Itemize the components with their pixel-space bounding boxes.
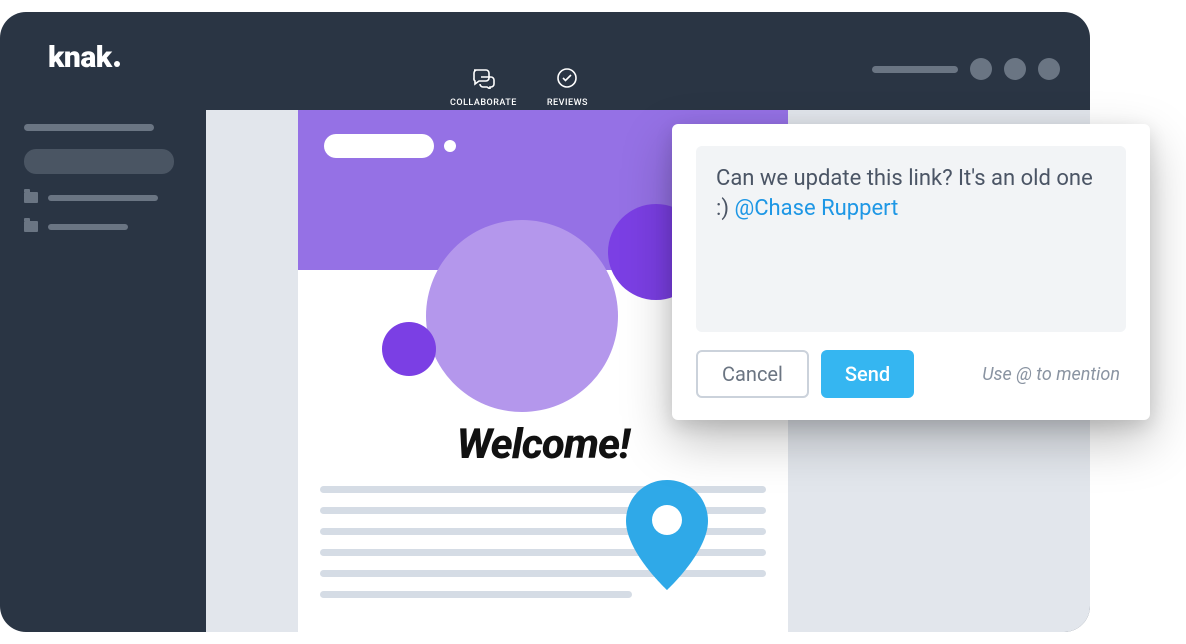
folder-icon [24, 221, 38, 232]
window-dot[interactable] [1038, 58, 1060, 80]
send-button[interactable]: Send [821, 350, 914, 398]
comment-input[interactable]: Can we update this link? It's an old one… [696, 146, 1126, 332]
brand-logo: knak [48, 40, 120, 75]
window-bar [872, 66, 958, 73]
window-dot[interactable] [1004, 58, 1026, 80]
sidebar-placeholder-line [24, 124, 154, 131]
tab-reviews-label: REVIEWS [547, 98, 588, 108]
hero-dot [444, 140, 456, 152]
sidebar-item[interactable] [24, 221, 186, 232]
app-header: knak COLLABORATE REVI [0, 12, 1090, 110]
brand-name: knak [48, 40, 112, 75]
sidebar-item[interactable] [24, 192, 186, 203]
decorative-circle [426, 220, 618, 412]
window-dot[interactable] [970, 58, 992, 80]
decorative-circle [382, 322, 436, 376]
hero-badge [324, 134, 456, 158]
tab-reviews[interactable]: REVIEWS [547, 67, 588, 108]
folder-icon [24, 192, 38, 203]
cancel-button[interactable]: Cancel [696, 350, 809, 398]
sidebar-item-label [48, 224, 128, 230]
comment-panel: Can we update this link? It's an old one… [672, 124, 1150, 420]
sidebar-active-item[interactable] [24, 149, 174, 174]
check-circle-icon [556, 67, 578, 93]
window-controls [872, 58, 1060, 80]
comment-footer: Cancel Send Use @ to mention [696, 350, 1126, 398]
top-tabs: COLLABORATE REVIEWS [450, 67, 588, 108]
chat-icon [470, 67, 496, 93]
email-title: Welcome! [457, 420, 630, 469]
sidebar [0, 110, 206, 632]
mention-hint: Use @ to mention [982, 364, 1120, 385]
brand-dot [114, 61, 120, 67]
tab-collaborate[interactable]: COLLABORATE [450, 67, 517, 108]
map-pin-icon [626, 480, 708, 590]
tab-collaborate-label: COLLABORATE [450, 98, 517, 108]
hero-pill [324, 134, 434, 158]
mention-chip[interactable]: @Chase Ruppert [734, 196, 898, 221]
sidebar-item-label [48, 195, 158, 201]
text-line [320, 591, 632, 598]
